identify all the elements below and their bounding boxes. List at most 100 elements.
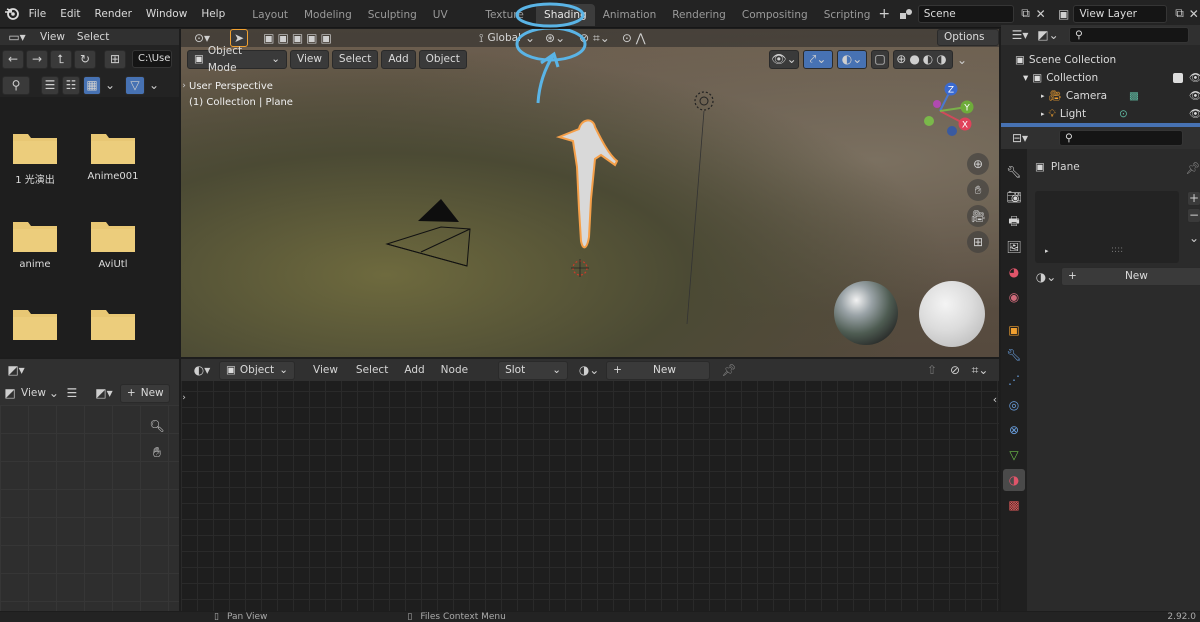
options-dropdown[interactable]: Options ⌄ bbox=[937, 29, 999, 58]
node-menu-node[interactable]: Node bbox=[441, 364, 468, 376]
copy-view-layer-icon[interactable]: ⧉ bbox=[1171, 6, 1187, 21]
expand-node-toolbar-chevron-icon[interactable]: › bbox=[181, 393, 187, 403]
scene-field[interactable]: Scene bbox=[917, 4, 1014, 23]
parent-node-tree-icon[interactable]: ⇧ bbox=[923, 363, 941, 377]
zoom-view-icon[interactable]: ⊕ bbox=[967, 153, 989, 175]
pan-view-icon[interactable]: ✋︎ bbox=[967, 179, 989, 201]
zoom-icon[interactable]: 🔍︎ bbox=[147, 416, 167, 436]
view-layer-icon[interactable]: ▣ bbox=[1054, 7, 1074, 21]
menu-render[interactable]: Render bbox=[88, 0, 139, 28]
back-icon[interactable]: ← bbox=[2, 49, 24, 69]
properties-search-input[interactable]: ⚲ bbox=[1059, 130, 1183, 146]
include-checkbox[interactable] bbox=[1173, 73, 1183, 83]
eye-icon[interactable]: 👁︎ bbox=[1189, 69, 1200, 87]
parent-folder-icon[interactable]: ⮤ bbox=[50, 49, 72, 69]
remove-slot-icon[interactable]: − bbox=[1187, 208, 1200, 223]
menu-file[interactable]: File bbox=[22, 0, 54, 28]
camera-view-icon[interactable]: 🎥︎ bbox=[967, 205, 989, 227]
shading-chevron-down-icon[interactable]: ⌄ bbox=[957, 53, 967, 67]
material-browse-icon[interactable]: ◑⌄ bbox=[576, 363, 602, 377]
tab-sculpting[interactable]: Sculpting bbox=[360, 4, 425, 26]
outliner-search-input[interactable]: ⚲ bbox=[1069, 27, 1189, 43]
folder-item[interactable]: Anime001 bbox=[88, 129, 138, 182]
pin-icon[interactable]: 📌︎ bbox=[1185, 161, 1200, 175]
tab-layout[interactable]: Layout bbox=[244, 4, 296, 26]
tab-uv-editing[interactable]: UV Editing bbox=[425, 4, 478, 43]
camera-data-icon[interactable]: ▩ bbox=[1129, 87, 1139, 105]
folder-item[interactable] bbox=[90, 305, 136, 344]
node-menu-add[interactable]: Add bbox=[404, 364, 424, 376]
outliner-filter-icon[interactable]: ◩⌄ bbox=[1037, 28, 1059, 42]
close-view-layer-icon[interactable]: ✕ bbox=[1188, 7, 1200, 21]
blender-logo-icon[interactable] bbox=[2, 7, 22, 20]
path-field[interactable]: C:\Use bbox=[132, 50, 172, 68]
add-workspace-icon[interactable]: + bbox=[878, 6, 890, 22]
pin-icon[interactable]: 📌︎ bbox=[720, 363, 738, 377]
tab-rendering[interactable]: Rendering bbox=[664, 4, 734, 26]
tab-scripting[interactable]: Scripting bbox=[816, 4, 879, 26]
view-layer-tab-icon[interactable]: 🖼︎ bbox=[1003, 236, 1025, 258]
hand-pan-icon[interactable]: ✋︎ bbox=[147, 443, 167, 463]
file-menu-view[interactable]: View bbox=[40, 31, 65, 43]
tree-row-scene-collection[interactable]: ▣ Scene Collection bbox=[1001, 51, 1200, 69]
menu-window[interactable]: Window bbox=[139, 0, 194, 28]
material-new-button[interactable]: + New bbox=[606, 360, 711, 380]
scene-tab-icon[interactable]: ◕ bbox=[1003, 261, 1025, 283]
filter-chevron-down-icon[interactable]: ⌄ bbox=[148, 78, 160, 92]
folder-item[interactable]: 1 光演出 bbox=[12, 129, 58, 186]
slot-menu-chevron-down-icon[interactable]: ⌄ bbox=[1187, 231, 1200, 245]
search-icon[interactable]: ⚲ bbox=[2, 75, 30, 95]
display-chevron-down-icon[interactable]: ⌄ bbox=[104, 78, 116, 92]
viewport-menu-select[interactable]: Select bbox=[331, 50, 379, 69]
light-data-icon[interactable]: ⊙ bbox=[1119, 105, 1128, 123]
camera-object[interactable] bbox=[385, 199, 471, 267]
object-tab-icon[interactable]: ▣ bbox=[1003, 319, 1025, 341]
output-tab-icon[interactable]: 🖶︎ bbox=[1003, 211, 1025, 233]
tree-row-camera[interactable]: ▸ 🎥︎ Camera ▩ 👁︎ bbox=[1001, 87, 1200, 105]
editor-type-icon[interactable]: ▭▾ bbox=[4, 30, 30, 44]
tab-modeling[interactable]: Modeling bbox=[296, 4, 360, 26]
selection-mode-icons[interactable]: ▣▣▣▣▣ bbox=[263, 31, 335, 45]
image-editor-type-icon[interactable]: ◩▾ bbox=[4, 363, 28, 377]
image-browse-icon[interactable]: ◩▾ bbox=[92, 386, 116, 400]
material-tab-icon[interactable]: ◑ bbox=[1003, 469, 1025, 491]
folder-item[interactable]: anime bbox=[12, 217, 58, 270]
data-tab-icon[interactable]: ▽ bbox=[1003, 444, 1025, 466]
menu-edit[interactable]: Edit bbox=[53, 0, 87, 28]
tree-row-light[interactable]: ▸ 💡︎ Light ⊙ 👁︎ bbox=[1001, 105, 1200, 123]
snap-element-icon[interactable]: ⌗⌄ bbox=[967, 363, 993, 378]
display-thumbnails-icon[interactable]: ▦ bbox=[83, 75, 101, 95]
image-view-menu[interactable]: View bbox=[21, 387, 46, 399]
tool-tab-icon[interactable]: 🔧︎ bbox=[1003, 161, 1025, 183]
3d-viewport[interactable]: ⊙▾ ➤ ▣▣▣▣▣ ⟟ Global ⌄ ⊛⌄ ⊘ ⌗⌄ ⊙ ⋀ Option… bbox=[181, 29, 999, 357]
mode-dropdown[interactable]: ▣ Object Mode ⌄ bbox=[187, 45, 287, 74]
outliner-type-icon[interactable]: ☰▾ bbox=[1007, 28, 1033, 42]
scene-icon[interactable] bbox=[896, 8, 916, 20]
view-chevron-down-icon[interactable]: ⌄ bbox=[49, 386, 59, 400]
material-browse-icon[interactable]: ◑⌄ bbox=[1035, 270, 1057, 284]
character-object[interactable] bbox=[555, 119, 619, 277]
material-slot-list[interactable]: ▸ :::: bbox=[1035, 191, 1179, 263]
expand-arrow-icon[interactable]: ▸ bbox=[1041, 87, 1045, 105]
display-detail-icon[interactable]: ☷ bbox=[62, 75, 80, 95]
proportional-edit-icon[interactable]: ⊙ ⋀ bbox=[622, 31, 646, 45]
refresh-icon[interactable]: ↻ bbox=[74, 49, 96, 69]
particles-tab-icon[interactable]: ⋰ bbox=[1003, 369, 1025, 391]
eye-icon[interactable]: 👁︎ bbox=[1189, 87, 1200, 105]
add-slot-icon[interactable]: + bbox=[1187, 191, 1200, 206]
tab-animation[interactable]: Animation bbox=[595, 4, 665, 26]
expand-arrow-icon[interactable]: ▸ bbox=[1041, 105, 1045, 123]
menu-help[interactable]: Help bbox=[194, 0, 232, 28]
modifier-tab-icon[interactable]: 🔧︎ bbox=[1003, 344, 1025, 366]
node-menu-view[interactable]: View bbox=[313, 364, 338, 376]
close-scene-icon[interactable]: ✕ bbox=[1034, 7, 1048, 21]
expand-arrow-icon[interactable]: ▾ bbox=[1023, 69, 1028, 87]
view-layer-field[interactable]: View Layer bbox=[1073, 4, 1168, 23]
object-shader-dropdown[interactable]: ▣ Object ⌄ bbox=[219, 360, 295, 380]
node-menu-select[interactable]: Select bbox=[356, 364, 388, 376]
viewport-menu-view[interactable]: View bbox=[290, 50, 329, 69]
image-new-button[interactable]: + New bbox=[119, 383, 170, 403]
properties-new-material-button[interactable]: + New bbox=[1061, 267, 1200, 286]
tree-row-collection[interactable]: ▾ ▣ Collection 👁︎ bbox=[1001, 69, 1200, 87]
expand-node-sidebar-chevron-icon[interactable]: ‹ bbox=[991, 393, 999, 406]
